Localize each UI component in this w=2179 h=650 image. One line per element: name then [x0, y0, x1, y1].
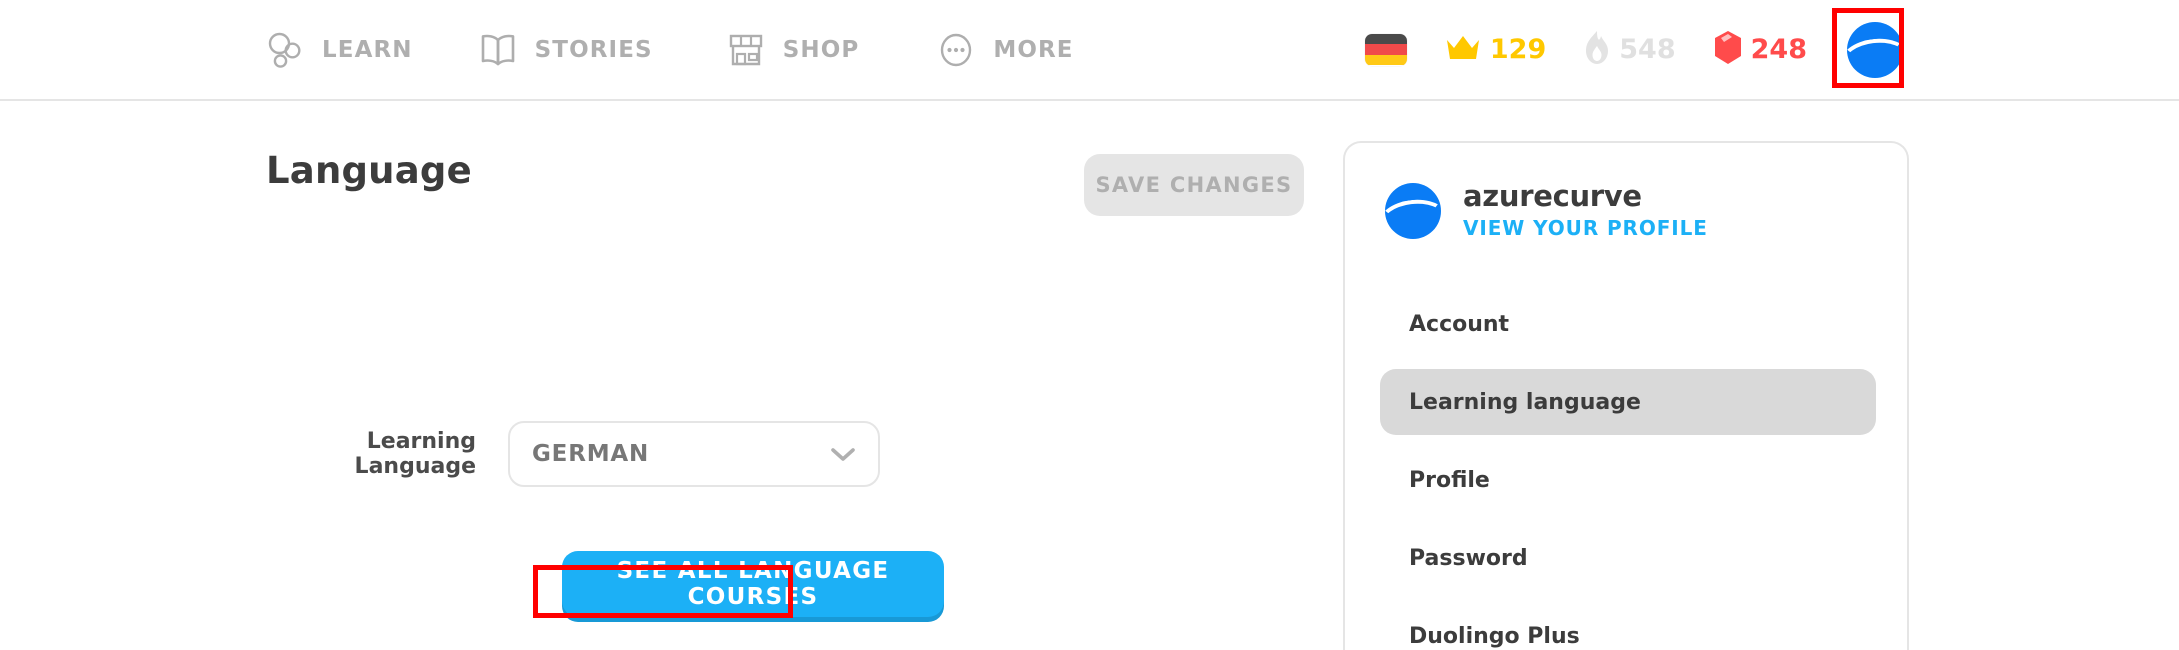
sidebar-item-label: Profile [1409, 467, 1490, 493]
open-book-icon [475, 27, 521, 73]
duolingo-settings-page: LEARN STORIES SHOP MORE 129 548 248 Lang… [0, 0, 2179, 650]
shop-storefront-icon [723, 27, 769, 73]
sidebar-item-duolingo-plus[interactable]: Duolingo Plus [1380, 603, 1876, 650]
see-all-language-courses-button[interactable]: SEE ALL LANGUAGE COURSES [562, 551, 944, 617]
sidebar-item-label: Account [1409, 311, 1510, 337]
nav-item-learn[interactable]: LEARN [262, 0, 413, 99]
crown-xp-stat[interactable]: 129 [1443, 31, 1546, 69]
header-avatar-button[interactable] [1847, 21, 1903, 78]
gems-value: 248 [1750, 34, 1807, 65]
nav-item-more-label: MORE [993, 36, 1074, 63]
nav-item-shop-label: SHOP [782, 36, 860, 63]
top-navigation-bar: LEARN STORIES SHOP MORE 129 548 248 [0, 0, 2179, 101]
sidebar-item-learning-language[interactable]: Learning language [1380, 369, 1876, 435]
profile-username: azurecurve [1463, 179, 1642, 213]
sidebar-item-label: Duolingo Plus [1409, 623, 1580, 649]
sidebar-item-password[interactable]: Password [1380, 525, 1876, 591]
sidebar-item-label: Learning language [1409, 389, 1641, 415]
nav-item-group: LEARN STORIES SHOP MORE [262, 0, 1136, 99]
nav-item-stories-label: STORIES [534, 36, 653, 63]
learning-language-select[interactable]: GERMAN [508, 421, 880, 487]
avatar-arc-shape [1847, 34, 1903, 78]
learning-language-label: Learning Language [354, 429, 476, 479]
streak-value: 548 [1619, 34, 1676, 65]
nav-item-stories[interactable]: STORIES [475, 0, 653, 99]
save-changes-button[interactable]: SAVE CHANGES [1084, 154, 1304, 216]
azurecurve-avatar-icon [1847, 21, 1903, 78]
profile-meta: azurecurve VIEW YOUR PROFILE [1463, 179, 1708, 241]
crown-xp-value: 129 [1489, 34, 1547, 65]
sidebar-item-label: Password [1409, 545, 1528, 571]
chevron-down-icon [830, 447, 856, 467]
header-stats-group: 129 548 248 [1364, 0, 1903, 99]
language-flag-stat[interactable] [1364, 33, 1407, 66]
avatar-arc-shape [1385, 195, 1441, 239]
learning-language-value: GERMAN [532, 441, 650, 467]
settings-nav-list: Account Learning language Profile Passwo… [1345, 291, 1911, 650]
view-your-profile-link[interactable]: VIEW YOUR PROFILE [1463, 216, 1708, 240]
crown-icon [1443, 31, 1483, 69]
nav-item-learn-label: LEARN [322, 36, 413, 63]
flame-icon [1582, 29, 1612, 71]
streak-stat[interactable]: 548 [1582, 29, 1676, 71]
nav-item-shop[interactable]: SHOP [723, 0, 860, 99]
more-ellipsis-icon [933, 27, 979, 73]
german-flag-icon [1364, 33, 1407, 66]
gem-icon [1712, 29, 1744, 71]
page-title: Language [266, 149, 472, 192]
sidebar-item-account[interactable]: Account [1380, 291, 1876, 357]
profile-header: azurecurve VIEW YOUR PROFILE [1385, 181, 1708, 240]
nav-item-more[interactable]: MORE [933, 0, 1073, 99]
settings-sidebar-card: azurecurve VIEW YOUR PROFILE Account Lea… [1343, 141, 1909, 650]
learn-circles-icon [262, 27, 308, 73]
sidebar-item-profile[interactable]: Profile [1380, 447, 1876, 513]
gems-stat[interactable]: 248 [1712, 29, 1807, 71]
learning-language-field-row: Learning Language GERMAN [266, 421, 946, 487]
azurecurve-avatar-icon [1385, 182, 1441, 239]
